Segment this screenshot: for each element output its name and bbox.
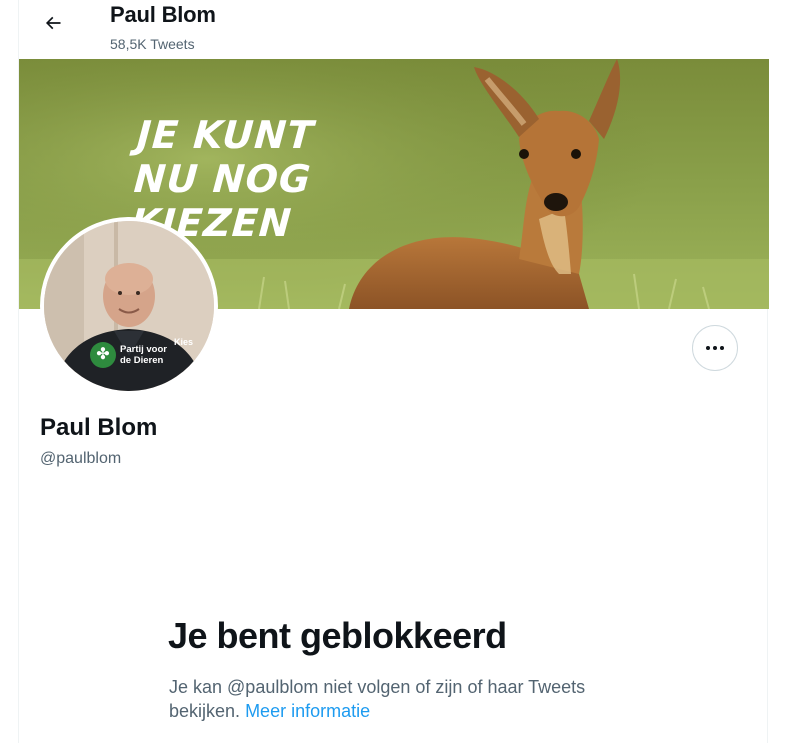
party-name-line1: Partij voor <box>120 344 167 355</box>
clover-icon: ✤ <box>90 342 116 368</box>
profile-name: Paul Blom <box>40 414 158 441</box>
blocked-message: Je kan @paulblom niet volgen of zijn of … <box>169 675 629 723</box>
profile-column: Paul Blom 58,5K Tweets JE KUNT NU NOG KI… <box>18 0 769 743</box>
blocked-title: Je bent geblokkeerd <box>168 615 507 656</box>
arrow-left-icon <box>43 13 63 38</box>
party-name-line2: de Dieren <box>120 355 164 366</box>
learn-more-link[interactable]: Meer informatie <box>245 701 370 721</box>
profile-header: Paul Blom 58,5K Tweets <box>19 0 769 59</box>
banner-line: JE KUNT <box>135 113 316 157</box>
avatar[interactable]: Kies ✤ Partij voor de Dieren <box>40 217 218 395</box>
avatar-kies-text: Kies <box>174 337 194 347</box>
tweet-count: 58,5K Tweets <box>110 36 195 52</box>
header-title: Paul Blom <box>110 2 216 27</box>
banner-line: NU NOG <box>132 157 313 201</box>
blocked-message-text: Je kan @paulblom niet volgen of zijn of … <box>169 677 586 721</box>
party-name: Partij voor de Dieren <box>120 344 167 366</box>
more-dots-icon <box>706 346 724 350</box>
back-button[interactable] <box>35 7 71 43</box>
more-button[interactable] <box>692 325 738 371</box>
profile-handle: @paulblom <box>40 450 122 467</box>
party-logo: ✤ Partij voor de Dieren <box>90 342 167 368</box>
